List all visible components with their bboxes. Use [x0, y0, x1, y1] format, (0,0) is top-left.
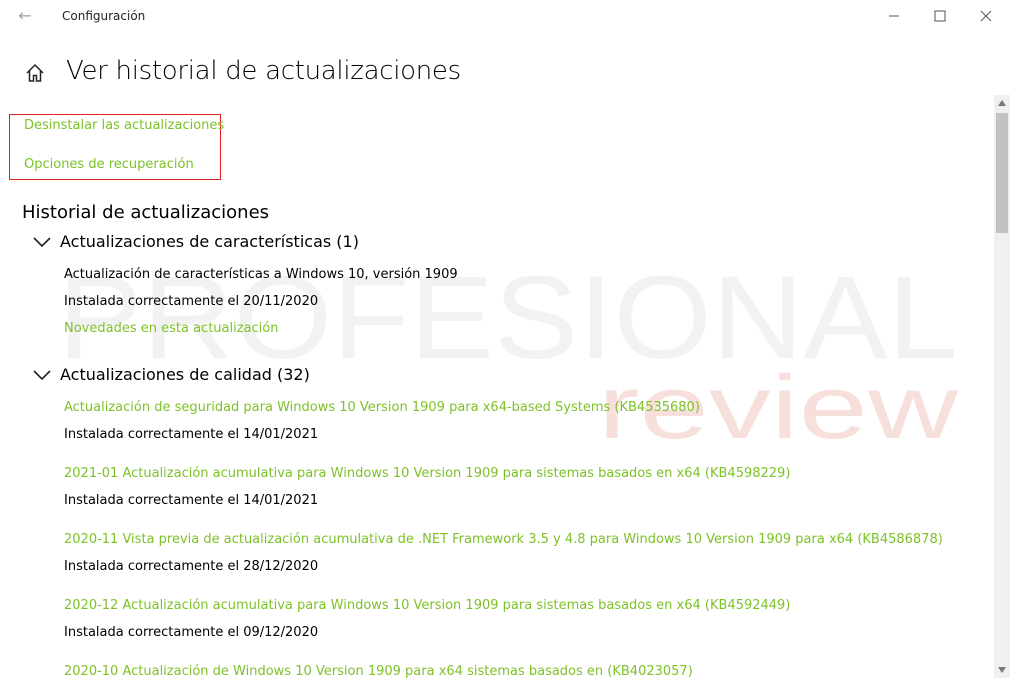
- window-title: Configuración: [62, 9, 146, 23]
- uninstall-updates-link[interactable]: Desinstalar las actualizaciones: [24, 118, 224, 133]
- quality-update-status: Instalada correctamente el 14/01/2021: [64, 493, 319, 508]
- quality-update-status: Instalada correctamente el 28/12/2020: [64, 559, 319, 574]
- minimize-icon: [889, 15, 899, 17]
- quality-update-status: Instalada correctamente el 14/01/2021: [64, 427, 319, 442]
- scroll-down-arrow-icon: [998, 667, 1006, 673]
- scroll-up-arrow-icon: [998, 100, 1006, 106]
- quality-updates-group[interactable]: Actualizaciones de calidad (32): [32, 365, 310, 384]
- features-group-label: Actualizaciones de características (1): [60, 232, 359, 251]
- quality-update-link[interactable]: 2020-10 Actualización de Windows 10 Vers…: [64, 664, 693, 679]
- whats-new-link[interactable]: Novedades en esta actualización: [64, 321, 278, 336]
- scroll-up-button[interactable]: [994, 95, 1010, 111]
- feature-update-status: Instalada correctamente el 20/11/2020: [64, 294, 319, 309]
- quality-update-link[interactable]: Actualización de seguridad para Windows …: [64, 400, 700, 415]
- maximize-icon: [934, 10, 946, 22]
- quality-update-link[interactable]: 2020-12 Actualización acumulativa para W…: [64, 598, 790, 613]
- maximize-button[interactable]: [920, 4, 960, 28]
- close-icon: [980, 10, 992, 22]
- vertical-scrollbar[interactable]: [994, 95, 1010, 678]
- quality-group-label: Actualizaciones de calidad (32): [60, 365, 310, 384]
- chevron-down-icon: [33, 369, 51, 380]
- title-bar: ← Configuración: [0, 0, 1012, 34]
- quality-update-link[interactable]: 2020-11 Vista previa de actualización ac…: [64, 532, 943, 547]
- minimize-button[interactable]: [874, 4, 914, 28]
- watermark: PROFESIONAL review: [58, 252, 959, 458]
- features-updates-group[interactable]: Actualizaciones de características (1): [32, 232, 359, 251]
- back-arrow-icon[interactable]: ←: [14, 6, 36, 26]
- quality-update-link[interactable]: 2021-01 Actualización acumulativa para W…: [64, 466, 790, 481]
- history-section-title: Historial de actualizaciones: [22, 202, 270, 223]
- scroll-down-button[interactable]: [994, 662, 1010, 678]
- home-icon[interactable]: [24, 62, 46, 84]
- quality-update-status: Instalada correctamente el 09/12/2020: [64, 625, 319, 640]
- chevron-down-icon: [33, 236, 51, 247]
- close-button[interactable]: [966, 4, 1006, 28]
- page-title: Ver historial de actualizaciones: [66, 56, 461, 86]
- recovery-options-link[interactable]: Opciones de recuperación: [24, 157, 194, 172]
- scroll-thumb[interactable]: [996, 113, 1008, 233]
- feature-update-name: Actualización de características a Windo…: [64, 267, 458, 282]
